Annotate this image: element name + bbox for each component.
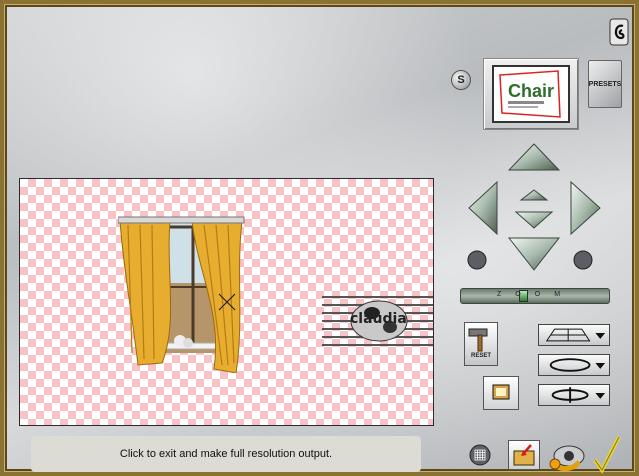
zoom-slider[interactable]: Z O O M (460, 288, 610, 304)
rotate-loop-icon (549, 358, 606, 372)
move-left-arrow-icon[interactable] (468, 180, 498, 236)
rotate-left-icon[interactable] (467, 250, 487, 270)
plugin-window: S Chair PRESETS Z O O M RESET claudia Cl… (0, 0, 639, 476)
settings-s-button[interactable]: S (451, 70, 471, 90)
thumbnail-text: Chair (508, 81, 554, 101)
move-back-icon[interactable] (514, 211, 554, 229)
status-message: Click to exit and make full resolution o… (119, 448, 333, 460)
apply-checkmark-icon[interactable] (592, 434, 622, 474)
folder-export-icon (513, 444, 535, 466)
preview-canvas[interactable]: claudia (19, 178, 434, 426)
move-down-arrow-icon[interactable] (507, 237, 561, 271)
direction-pad (467, 143, 601, 271)
flip-dropdown[interactable] (538, 384, 610, 406)
reset-button[interactable]: RESET (464, 322, 498, 366)
image-frame-icon (492, 384, 510, 400)
rotation-dropdown[interactable] (538, 354, 610, 376)
grid-toggle-icon[interactable] (469, 444, 491, 466)
preview-eye-icon[interactable] (549, 440, 589, 474)
perspective-grid-icon (545, 328, 606, 342)
curtain-window-image (118, 216, 245, 373)
move-forward-icon[interactable] (519, 189, 549, 201)
about-logo-icon[interactable] (609, 18, 629, 46)
rotate-right-icon[interactable] (573, 250, 593, 270)
watermark-image: claudia (322, 293, 433, 347)
flip-axis-icon (551, 387, 606, 403)
status-bar[interactable]: Click to exit and make full resolution o… (31, 436, 421, 472)
thumbnail-navigator[interactable]: Chair (483, 58, 579, 130)
watermark-text: claudia (350, 311, 407, 327)
move-up-arrow-icon[interactable] (507, 143, 561, 171)
hammer-icon (468, 328, 488, 352)
export-button[interactable] (508, 440, 540, 470)
thumbnail-preview: Chair (492, 65, 570, 123)
presets-button[interactable]: PRESETS (588, 60, 622, 108)
move-right-arrow-icon[interactable] (570, 180, 601, 236)
perspective-dropdown[interactable] (538, 324, 610, 346)
crosshair-icon (218, 293, 236, 311)
background-image-button[interactable] (483, 376, 519, 410)
zoom-slider-labels: Z O O M (497, 291, 561, 298)
reset-label: RESET (470, 353, 491, 359)
s-button-label: S (457, 74, 465, 86)
presets-label: PRESETS (588, 80, 622, 88)
